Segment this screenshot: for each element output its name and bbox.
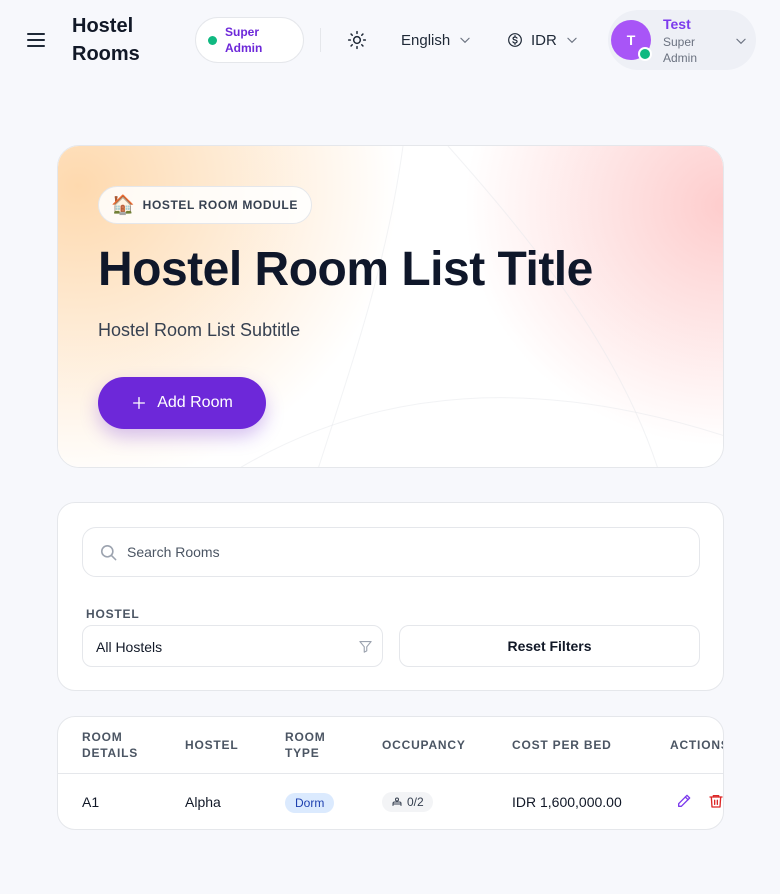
reset-filters-label: Reset Filters [507, 638, 592, 654]
plus-icon [133, 397, 146, 409]
page-title: Hostel Room List Title [98, 243, 593, 296]
bed-icon [392, 797, 402, 806]
room-name-cell: A1 [82, 794, 100, 810]
house-icon: 🏠 [111, 194, 135, 216]
user-menu[interactable]: T Test Super Admin [608, 10, 756, 70]
add-room-label: Add Room [157, 394, 233, 411]
chevron-down-icon [460, 37, 470, 44]
occupancy-value: 0/2 [407, 795, 424, 809]
chevron-down-icon [567, 37, 577, 44]
hostel-select[interactable]: All Hostels [82, 625, 383, 667]
top-bar: Hostel Rooms Super Admin English IDR T T… [0, 0, 780, 80]
module-badge-label: HOSTEL ROOM MODULE [142, 198, 298, 212]
room-type-badge: Dorm [285, 793, 335, 813]
online-status-dot [638, 47, 652, 61]
role-badge-label: Super Admin [225, 25, 263, 55]
table-header: ROOM DETAILS HOSTEL ROOM TYPE OCCUPANCY … [58, 717, 724, 774]
hostel-cell: Alpha [185, 794, 221, 810]
column-header-occupancy: OCCUPANCY [382, 738, 466, 752]
reset-filters-button[interactable]: Reset Filters [399, 625, 700, 667]
page-subtitle: Hostel Room List Subtitle [98, 320, 301, 340]
menu-icon[interactable] [24, 28, 48, 52]
module-badge: 🏠 HOSTEL ROOM MODULE [98, 186, 312, 224]
cost-per-bed-cell: IDR 1,600,000.00 [512, 794, 622, 810]
occupancy-badge: 0/2 [382, 792, 433, 812]
filter-icon [359, 640, 372, 653]
hero-card: 🏠 HOSTEL ROOM MODULE Hostel Room List Ti… [57, 145, 724, 468]
column-header-room-details: ROOM DETAILS [82, 730, 139, 760]
add-room-button[interactable]: Add Room [98, 377, 266, 429]
column-header-actions: ACTIONS [670, 738, 724, 752]
search-box [82, 527, 700, 577]
currency-label: IDR [531, 31, 557, 49]
column-header-hostel: HOSTEL [185, 738, 239, 752]
language-label: English [401, 31, 451, 49]
search-icon [100, 544, 117, 561]
language-selector[interactable]: English [401, 28, 472, 52]
chevron-down-icon [736, 38, 746, 45]
brand-title: Hostel Rooms [72, 15, 140, 65]
rooms-table: ROOM DETAILS HOSTEL ROOM TYPE OCCUPANCY … [57, 716, 724, 830]
user-name: Test [663, 16, 691, 32]
hostel-select-value: All Hostels [96, 639, 163, 655]
pencil-icon[interactable] [676, 793, 692, 809]
status-dot [208, 35, 217, 45]
column-header-room-type: ROOM TYPE [285, 730, 326, 760]
dollar-icon [508, 33, 522, 47]
column-header-cost-per-bed: COST PER BED [512, 738, 612, 752]
user-role: Super Admin [663, 35, 698, 65]
trash-icon[interactable] [708, 793, 724, 809]
table-row: A1 Alpha Dorm 0/2 IDR 1,600,000.00 [58, 774, 724, 829]
sun-icon[interactable] [347, 30, 367, 50]
currency-selector[interactable]: IDR [507, 28, 579, 52]
filter-card: HOSTEL All Hostels Reset Filters [57, 502, 724, 691]
role-badge: Super Admin [195, 17, 304, 63]
search-input[interactable] [127, 528, 687, 576]
header-divider [320, 28, 321, 52]
hostel-filter-label: HOSTEL [86, 607, 140, 621]
